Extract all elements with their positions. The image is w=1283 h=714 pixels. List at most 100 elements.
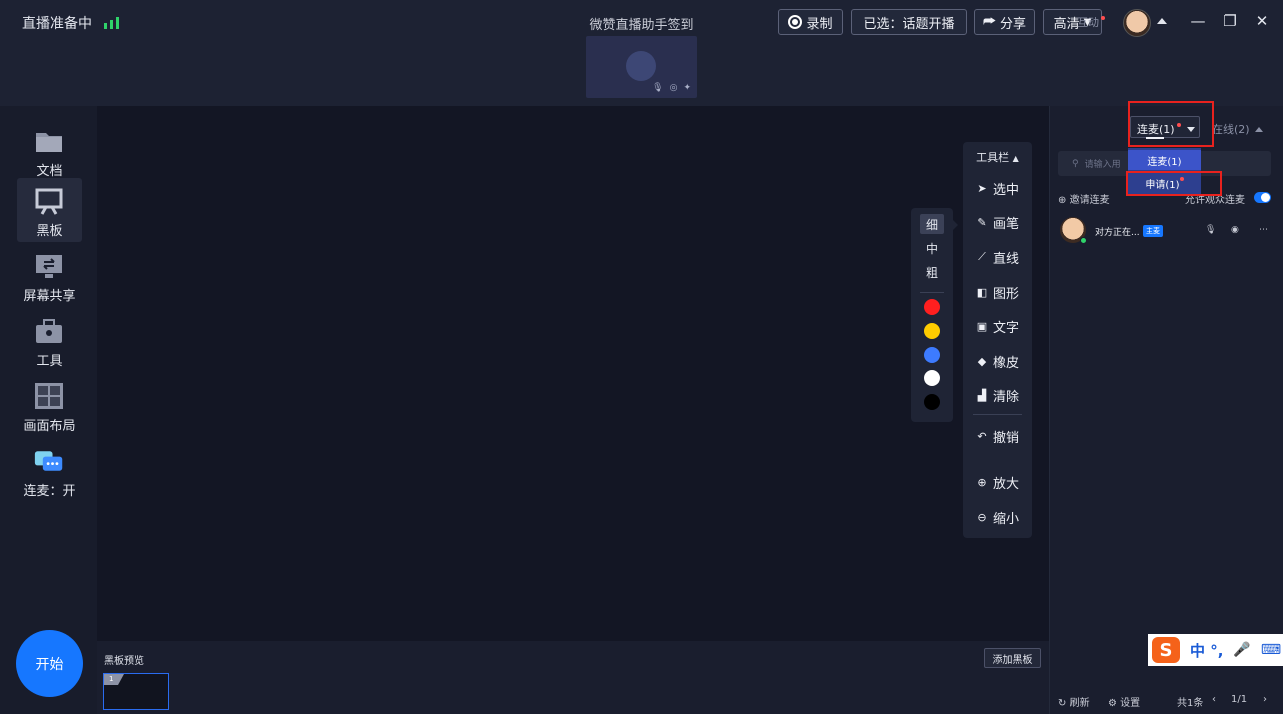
color-swatch-blue[interactable] [924, 347, 940, 363]
tool-clear[interactable]: ▟ 清除 [963, 384, 1032, 406]
total-count: 共1条 [1177, 698, 1204, 709]
tool-shape[interactable]: ◧ 图形 [963, 281, 1032, 303]
start-button[interactable]: 开始 [16, 630, 83, 697]
tab-label: 在线(2) [1212, 123, 1250, 136]
size-thin[interactable]: 细 [920, 214, 944, 234]
gear-icon: ⚙ [1108, 698, 1117, 709]
settings-label: 设置 [1120, 698, 1141, 709]
tool-zoom-in[interactable]: ⊕ 放大 [963, 471, 1032, 493]
color-swatch-yellow[interactable] [924, 323, 940, 339]
folder-icon [36, 133, 62, 152]
avatar-placeholder-icon [626, 51, 656, 81]
palette-notch [953, 220, 958, 230]
ime-mode-label: 中 °, [1190, 641, 1224, 660]
line-icon: ⟋ [978, 250, 986, 263]
sidebar-item-tools[interactable]: 工具 [17, 308, 82, 372]
invite-mic-button[interactable]: ⊕ 邀请连麦 [1058, 191, 1110, 206]
toolbar-header-label: 工具栏 [976, 151, 1010, 164]
preview-icons: 🎙 ◎ ✦ [652, 83, 691, 93]
record-button[interactable]: 录制 [778, 9, 843, 35]
drawing-toolbar: 工具栏 ▲ ➤ 选中 ✎ 画笔 ⟋ 直线 ◧ 图形 ▣ 文字 ◆ 橡皮 ▟ 清除 ↶ 撤销 ⊕ 放… [963, 142, 1032, 538]
color-swatch-red[interactable] [924, 299, 940, 315]
more-icon[interactable]: ⋯ [1259, 225, 1268, 235]
color-swatch-black[interactable] [924, 394, 940, 410]
ime-toolbar[interactable]: S 中 °, 🎤 ⌨ [1148, 634, 1283, 666]
refresh-button[interactable]: ↻ 刷新 [1058, 694, 1090, 709]
eraser-icon: ◆ [977, 354, 987, 368]
refresh-icon: ↻ [1058, 698, 1067, 709]
quality-label: 高清 [1053, 16, 1080, 32]
add-board-button[interactable]: 添加黑板 [984, 648, 1041, 668]
text-icon: ▣ [976, 319, 988, 333]
tab-label: 互动 [1077, 16, 1099, 29]
dropdown-item-mic[interactable]: 连麦(1) [1128, 150, 1201, 170]
tool-pen[interactable]: ✎ 画笔 [963, 211, 1032, 233]
highlight-box [1126, 171, 1222, 196]
size-medium[interactable]: 中 [920, 238, 944, 258]
mic-icon[interactable]: 🎤 [1233, 642, 1250, 658]
restore-button[interactable]: ❐ [1220, 12, 1240, 30]
invite-label: 邀请连麦 [1069, 195, 1110, 206]
sidebar-item-label: 连麦：开 [23, 484, 76, 499]
selected-topic-label: 已选：话题开播 [863, 16, 955, 32]
share-label: 分享 [1000, 16, 1027, 32]
notification-dot [1101, 16, 1105, 20]
tool-line[interactable]: ⟋ 直线 [963, 246, 1032, 268]
pin-icon: ✦ [683, 83, 691, 93]
tool-label: 选中 [992, 182, 1019, 198]
clear-icon: ▟ [977, 388, 987, 402]
share-icon: ⮫ [982, 14, 997, 30]
pen-icon: ✎ [977, 215, 987, 229]
tool-eraser[interactable]: ◆ 橡皮 [963, 350, 1032, 372]
toolbox-icon [36, 319, 62, 343]
sogou-logo-icon: S [1152, 637, 1180, 663]
settings-button[interactable]: ⚙ 设置 [1108, 694, 1140, 709]
user-avatar[interactable] [1123, 9, 1151, 37]
layout-icon [35, 383, 63, 409]
undo-icon: ↶ [977, 429, 987, 443]
blackboard-icon [35, 188, 63, 215]
mic-icon[interactable]: 🎙 [1205, 225, 1216, 235]
online-status-dot [1080, 237, 1087, 244]
zoom-in-icon: ⊕ [977, 475, 987, 489]
tab-online[interactable]: 在线(2) [1212, 121, 1263, 137]
tool-label: 图形 [992, 286, 1019, 302]
pen-palette: 细 中 粗 [911, 208, 958, 422]
sidebar-item-layout[interactable]: 画面布局 [17, 373, 82, 437]
prev-page-button[interactable]: ‹ [1212, 694, 1216, 705]
record-label: 录制 [806, 16, 833, 32]
keyboard-icon[interactable]: ⌨ [1261, 642, 1281, 658]
status-badge: 主麦 [1143, 225, 1163, 237]
board-thumbnail[interactable]: 1 [103, 673, 169, 710]
toolbar-divider [973, 414, 1022, 415]
tool-select[interactable]: ➤ 选中 [963, 177, 1032, 199]
color-swatch-white[interactable] [924, 370, 940, 386]
sidebar-item-mic-link[interactable]: 连麦：开 [17, 438, 82, 502]
camera-icon[interactable]: ◉ [1231, 225, 1239, 235]
tool-zoom-out[interactable]: ⊖ 缩小 [963, 506, 1032, 528]
size-thick[interactable]: 粗 [920, 262, 944, 282]
allow-mic-toggle[interactable] [1254, 192, 1271, 203]
blackboard-canvas[interactable] [97, 106, 1049, 641]
share-button[interactable]: ⮫ 分享 [974, 9, 1035, 35]
tool-text[interactable]: ▣ 文字 [963, 315, 1032, 337]
refresh-label: 刷新 [1069, 698, 1090, 709]
chat-bubble-icon [34, 451, 63, 471]
member-name: 对方正在... [1095, 228, 1140, 238]
sidebar-item-docs[interactable]: 文档 [17, 118, 82, 182]
close-button[interactable]: ✕ [1252, 12, 1272, 30]
sidebar-item-screen-share[interactable]: 屏幕共享 [17, 243, 82, 307]
camera-preview[interactable]: 🎙 ◎ ✦ [586, 36, 697, 98]
tab-interact[interactable]: 互动 [1077, 14, 1105, 30]
camera-icon: ◎ [669, 83, 678, 93]
selected-topic-button[interactable]: 已选：话题开播 [851, 9, 967, 35]
sidebar-item-blackboard[interactable]: 黑板 [17, 178, 82, 242]
tool-label: 撤销 [992, 430, 1019, 446]
caret-up-icon[interactable] [1157, 18, 1167, 24]
sidebar-item-label: 文档 [36, 164, 63, 179]
tool-undo[interactable]: ↶ 撤销 [963, 425, 1032, 447]
minimize-button[interactable]: — [1188, 12, 1208, 30]
sidebar-item-label: 黑板 [36, 224, 63, 239]
toolbar-header[interactable]: 工具栏 ▲ [963, 149, 1032, 165]
next-page-button[interactable]: › [1263, 694, 1267, 705]
